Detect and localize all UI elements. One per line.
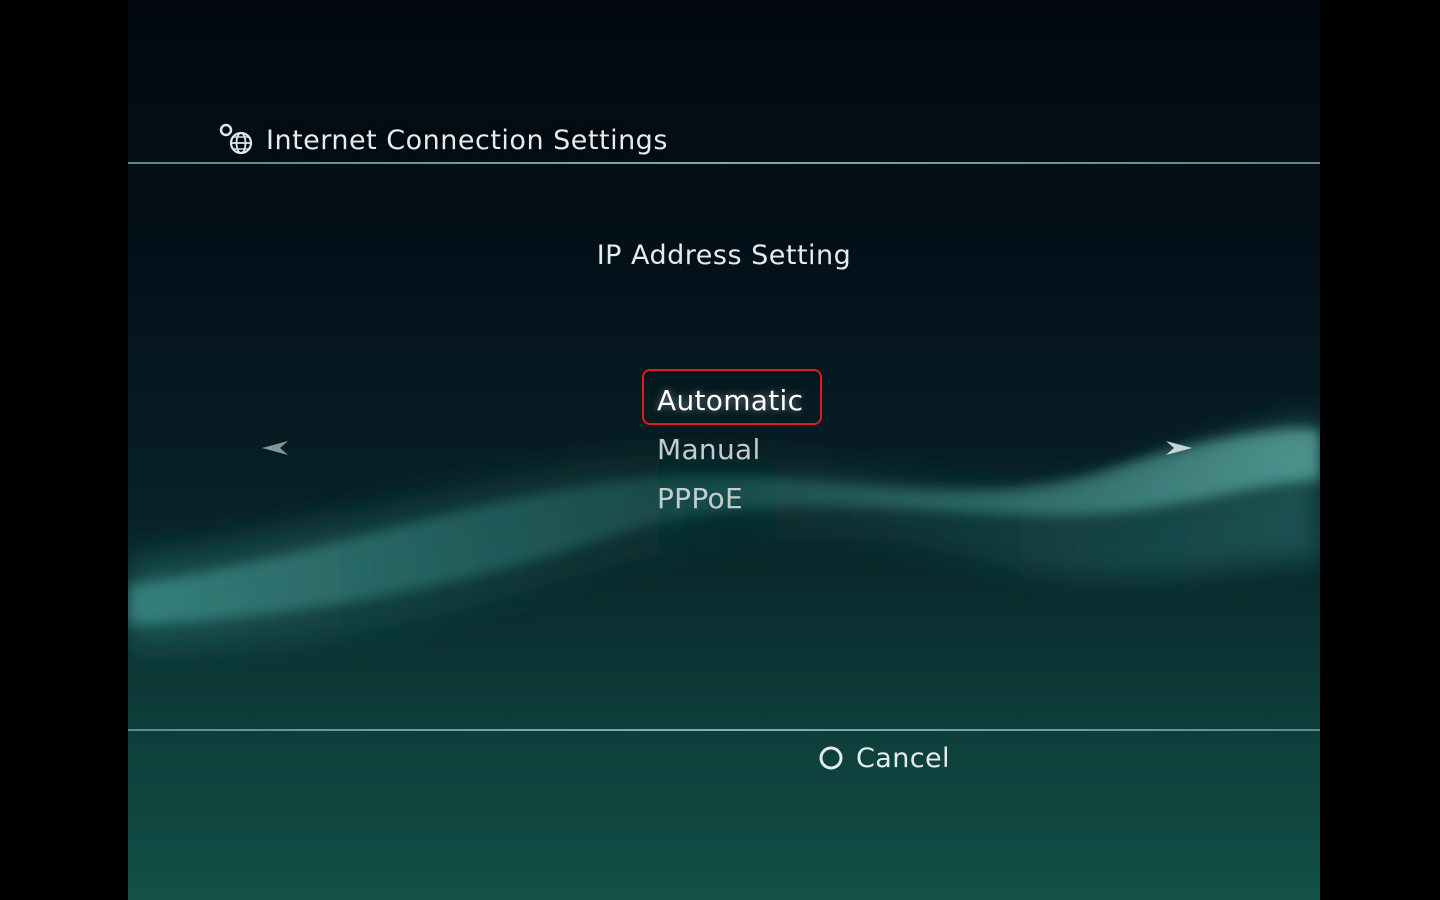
arrow-left-icon[interactable] [258, 435, 292, 461]
option-pppoe[interactable]: PPPoE [657, 474, 803, 523]
cancel-label: Cancel [856, 742, 950, 774]
selection-highlight [642, 369, 822, 425]
network-globe-icon [219, 123, 253, 155]
circle-button-icon [819, 746, 843, 770]
page-title: Internet Connection Settings [266, 124, 668, 156]
settings-screen: Internet Connection Settings IP Address … [128, 0, 1320, 900]
arrow-right-icon[interactable] [1162, 435, 1196, 461]
header-divider [128, 162, 1320, 164]
header: Internet Connection Settings [218, 118, 668, 162]
footer-divider [128, 729, 1320, 731]
cancel-button[interactable]: Cancel [818, 738, 950, 778]
dialog-subtitle: IP Address Setting [596, 240, 852, 271]
option-manual[interactable]: Manual [657, 425, 803, 474]
